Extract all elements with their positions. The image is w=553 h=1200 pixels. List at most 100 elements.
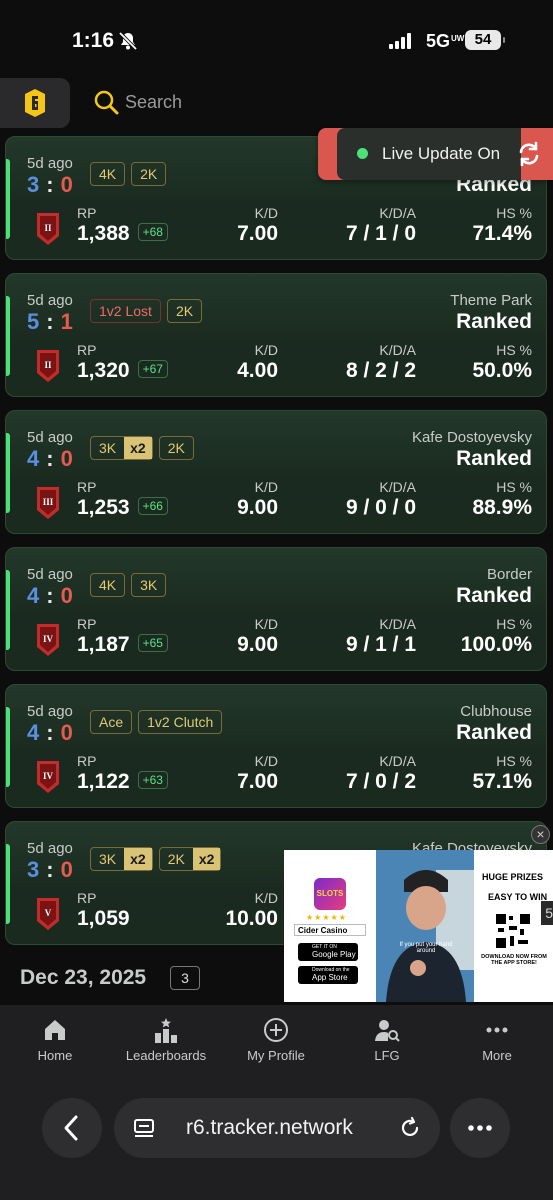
ad-headline-2: EASY TO WIN <box>488 892 548 902</box>
stat-rp: RP 1,388 +68 <box>77 205 168 246</box>
stat-kd: K/D 4.00 <box>237 342 278 382</box>
match-badge: 2K <box>166 299 203 323</box>
match-map: Kafe Dostoyevsky <box>411 429 532 446</box>
match-badges: 3K x2 2K x2 <box>90 847 222 871</box>
ad-app-name: Cider Casino <box>294 924 366 936</box>
rp-delta: +67 <box>137 360 168 379</box>
page-menu-icon[interactable] <box>132 1116 156 1140</box>
rp-value: 1,059 <box>77 907 130 930</box>
rp-delta: +63 <box>137 771 168 790</box>
kd-value: 9.00 <box>237 633 278 656</box>
kd-value: 7.00 <box>237 222 278 245</box>
score-won: 4 <box>27 446 41 471</box>
svg-text:II: II <box>44 223 52 233</box>
browser-bar: r6.tracker.network <box>0 1098 553 1158</box>
stat-hs: HS % 50.0% <box>472 342 532 382</box>
address-bar[interactable]: r6.tracker.network <box>114 1098 440 1158</box>
score-separator: : <box>46 583 55 608</box>
live-update-toast[interactable]: Live Update On <box>318 128 553 180</box>
match-age: 5d ago <box>27 840 73 857</box>
match-age: 5d ago <box>27 155 73 172</box>
match-badge: 4K <box>90 573 126 597</box>
match-card[interactable]: 5d ago 4:0 4K 3K Border Ranked IV RP 1,187 +65 K/D… <box>5 547 547 671</box>
match-badges: 3K x2 2K <box>90 436 194 460</box>
stat-rp: RP 1,187 +65 <box>77 616 168 657</box>
match-age: 5d ago <box>27 566 73 583</box>
score-won: 5 <box>27 309 41 334</box>
match-age: 5d ago <box>27 429 73 446</box>
rank-emblem-icon: II <box>37 213 59 245</box>
ad-app-logo: SLOTS <box>314 878 346 910</box>
score-lost: 1 <box>60 309 74 334</box>
rank-emblem-icon: II <box>37 350 59 382</box>
ad-close-button[interactable]: × <box>531 825 550 844</box>
match-card[interactable]: 5d ago 5:1 1v2 Lost 2K Theme Park Ranked II RP 1… <box>5 273 547 397</box>
kda-value: 8 / 2 / 2 <box>345 359 416 382</box>
stat-kd: K/D 10.00 <box>225 890 278 930</box>
score-separator: : <box>46 446 55 471</box>
browser-back-button[interactable] <box>42 1098 102 1158</box>
rank-emblem-icon: V <box>37 898 59 930</box>
score-separator: : <box>46 172 55 197</box>
score-lost: 0 <box>60 446 74 471</box>
kd-value: 10.00 <box>225 907 278 930</box>
search-input[interactable]: Search <box>125 92 182 113</box>
score-separator: : <box>46 857 55 882</box>
stat-rp: RP 1,320 +67 <box>77 342 168 383</box>
match-mode: Ranked <box>456 584 532 607</box>
reload-icon[interactable] <box>398 1116 422 1140</box>
stat-hs: HS % 71.4% <box>472 205 532 245</box>
browser-more-button[interactable] <box>450 1098 510 1158</box>
bell-off-icon <box>118 31 138 51</box>
nav-home[interactable]: Home <box>0 1017 110 1063</box>
match-age: 5d ago <box>27 703 73 720</box>
nav-more[interactable]: More <box>442 1017 552 1063</box>
match-age: 5d ago <box>27 292 73 309</box>
match-map: Clubhouse <box>460 703 532 720</box>
search-icon[interactable] <box>93 89 119 115</box>
rp-value: 1,253 <box>77 496 130 519</box>
stat-kd: K/D 7.00 <box>237 753 278 793</box>
stat-kd: K/D 9.00 <box>237 616 278 656</box>
score-won: 4 <box>27 720 41 745</box>
hs-value: 88.9% <box>472 496 532 519</box>
match-mode: Ranked <box>456 721 532 744</box>
stat-rp: RP 1,253 +66 <box>77 479 168 520</box>
match-mode: Ranked <box>456 447 532 470</box>
score-won: 3 <box>27 172 41 197</box>
app-store-badge[interactable]: Download on the App Store <box>298 966 358 984</box>
nav-lfg[interactable]: LFG <box>332 1017 442 1063</box>
kd-value: 7.00 <box>237 770 278 793</box>
ad-banner[interactable]: SLOTS ★★★★★ Cider Casino GET IT ON Googl… <box>284 850 553 1002</box>
battery-indicator: 54 <box>465 30 505 50</box>
match-badge: 2K x2 <box>158 847 222 871</box>
more-dots-icon <box>468 1125 492 1131</box>
score-won: 4 <box>27 583 41 608</box>
match-badge: 3K x2 <box>90 847 153 871</box>
badge-multiplier: x2 <box>124 437 152 459</box>
stat-hs: HS % 57.1% <box>472 753 532 793</box>
kda-value: 9 / 0 / 0 <box>345 496 416 519</box>
match-score: 3:0 <box>27 857 74 883</box>
nav-leaderboards[interactable]: Leaderboards <box>111 1017 221 1063</box>
refresh-icon[interactable] <box>515 140 543 168</box>
score-lost: 0 <box>60 857 74 882</box>
kda-value: 7 / 1 / 0 <box>345 222 416 245</box>
chevron-left-icon <box>64 1115 78 1141</box>
rank-emblem-icon: IV <box>37 761 59 793</box>
r6-logo-button[interactable] <box>0 78 70 128</box>
url-text: r6.tracker.network <box>186 1116 353 1139</box>
match-card[interactable]: 5d ago 4:0 3K x2 2K Kafe Dostoyevsky Ranked III… <box>5 410 547 534</box>
match-score: 5:1 <box>27 309 74 335</box>
match-badges: 1v2 Lost 2K <box>90 299 203 323</box>
rp-delta: +66 <box>137 497 168 516</box>
ad-cta: DOWNLOAD NOW FROM THE APP STORE! <box>481 954 547 966</box>
stat-kda: K/D/A 7 / 1 / 0 <box>345 205 416 245</box>
google-play-badge[interactable]: GET IT ON Google Play <box>298 943 358 961</box>
user-search-icon <box>375 1020 400 1042</box>
nav-my-profile[interactable]: My Profile <box>221 1017 331 1063</box>
score-won: 3 <box>27 857 41 882</box>
match-badge: 4K <box>90 162 126 186</box>
match-badges: 4K 2K <box>90 162 167 186</box>
match-card[interactable]: 5d ago 4:0 Ace 1v2 Clutch Clubhouse Ranked IV R… <box>5 684 547 808</box>
